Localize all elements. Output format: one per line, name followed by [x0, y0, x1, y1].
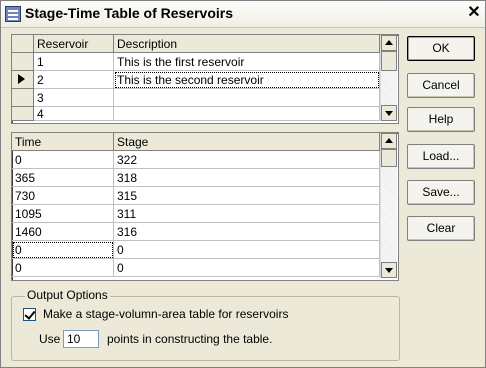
reservoir-grid[interactable]: Reservoir Description 1 This is the firs…	[11, 34, 399, 124]
vertical-scrollbar[interactable]	[380, 133, 397, 278]
row-pointer-icon	[18, 74, 25, 84]
table-cell[interactable]: 322	[114, 151, 380, 169]
points-input[interactable]: 10	[63, 330, 99, 348]
table-cell[interactable]: 1460	[12, 223, 114, 241]
table-cell[interactable]: 0	[12, 259, 114, 277]
table-cell[interactable]: 0	[114, 259, 380, 277]
cancel-button[interactable]: Cancel	[407, 73, 475, 98]
table-cell[interactable]: 730	[12, 187, 114, 205]
help-button[interactable]: Help	[407, 107, 475, 132]
scroll-down-icon[interactable]	[381, 105, 397, 121]
scroll-thumb[interactable]	[381, 51, 397, 71]
column-header-reservoir[interactable]: Reservoir	[34, 35, 114, 53]
ok-button[interactable]: OK	[407, 36, 475, 61]
close-icon[interactable]: ✕	[467, 5, 481, 21]
table-cell-focused[interactable]: 0	[12, 241, 114, 259]
table-cell[interactable]: 365	[12, 169, 114, 187]
row-selector-current[interactable]	[12, 71, 34, 89]
dialog-window: Stage-Time Table of Reservoirs ✕ Reservo…	[0, 0, 486, 368]
row-selector[interactable]	[12, 107, 34, 121]
row-selector[interactable]	[12, 89, 34, 107]
table-cell[interactable]: 3	[34, 89, 114, 107]
table-cell[interactable]: This is the first reservoir	[114, 53, 380, 71]
scroll-up-icon[interactable]	[381, 35, 397, 51]
table-cell[interactable]: 0	[114, 241, 380, 259]
table-cell[interactable]	[114, 89, 380, 107]
use-label: Use	[39, 332, 61, 346]
table-cell[interactable]: 316	[114, 223, 380, 241]
vertical-scrollbar[interactable]	[380, 35, 397, 121]
output-options-group	[11, 296, 400, 361]
title-bar: Stage-Time Table of Reservoirs ✕	[1, 1, 485, 28]
column-header-stage[interactable]: Stage	[114, 133, 380, 151]
table-cell[interactable]: 1095	[12, 205, 114, 223]
scroll-thumb[interactable]	[381, 149, 397, 167]
row-selector[interactable]	[12, 53, 34, 71]
table-cell[interactable]	[114, 107, 380, 121]
table-cell[interactable]: 318	[114, 169, 380, 187]
app-icon	[5, 6, 21, 22]
output-options-legend: Output Options	[25, 288, 110, 302]
scroll-down-icon[interactable]	[381, 262, 397, 278]
column-header-time[interactable]: Time	[12, 133, 114, 151]
table-cell[interactable]: 0	[12, 151, 114, 169]
points-suffix-label: points in constructing the table.	[107, 332, 273, 346]
stage-volume-checkbox[interactable]	[23, 308, 36, 321]
clear-button[interactable]: Clear	[407, 216, 475, 241]
window-title: Stage-Time Table of Reservoirs	[25, 5, 233, 21]
load-button[interactable]: Load...	[407, 144, 475, 169]
checkbox-label[interactable]: Make a stage-volumn-area table for reser…	[43, 307, 288, 321]
save-button[interactable]: Save...	[407, 180, 475, 205]
table-cell[interactable]: 311	[114, 205, 380, 223]
column-header-description[interactable]: Description	[114, 35, 380, 53]
stage-time-grid[interactable]: Time Stage 0 322 365 318 730 315 1095 31…	[11, 132, 399, 281]
table-cell[interactable]: 315	[114, 187, 380, 205]
table-cell-focused[interactable]: This is the second reservoir	[114, 71, 380, 89]
table-cell[interactable]: 4	[34, 107, 114, 121]
scroll-up-icon[interactable]	[381, 133, 397, 149]
corner-header	[12, 35, 34, 53]
table-cell[interactable]: 2	[34, 71, 114, 89]
table-cell[interactable]: 1	[34, 53, 114, 71]
